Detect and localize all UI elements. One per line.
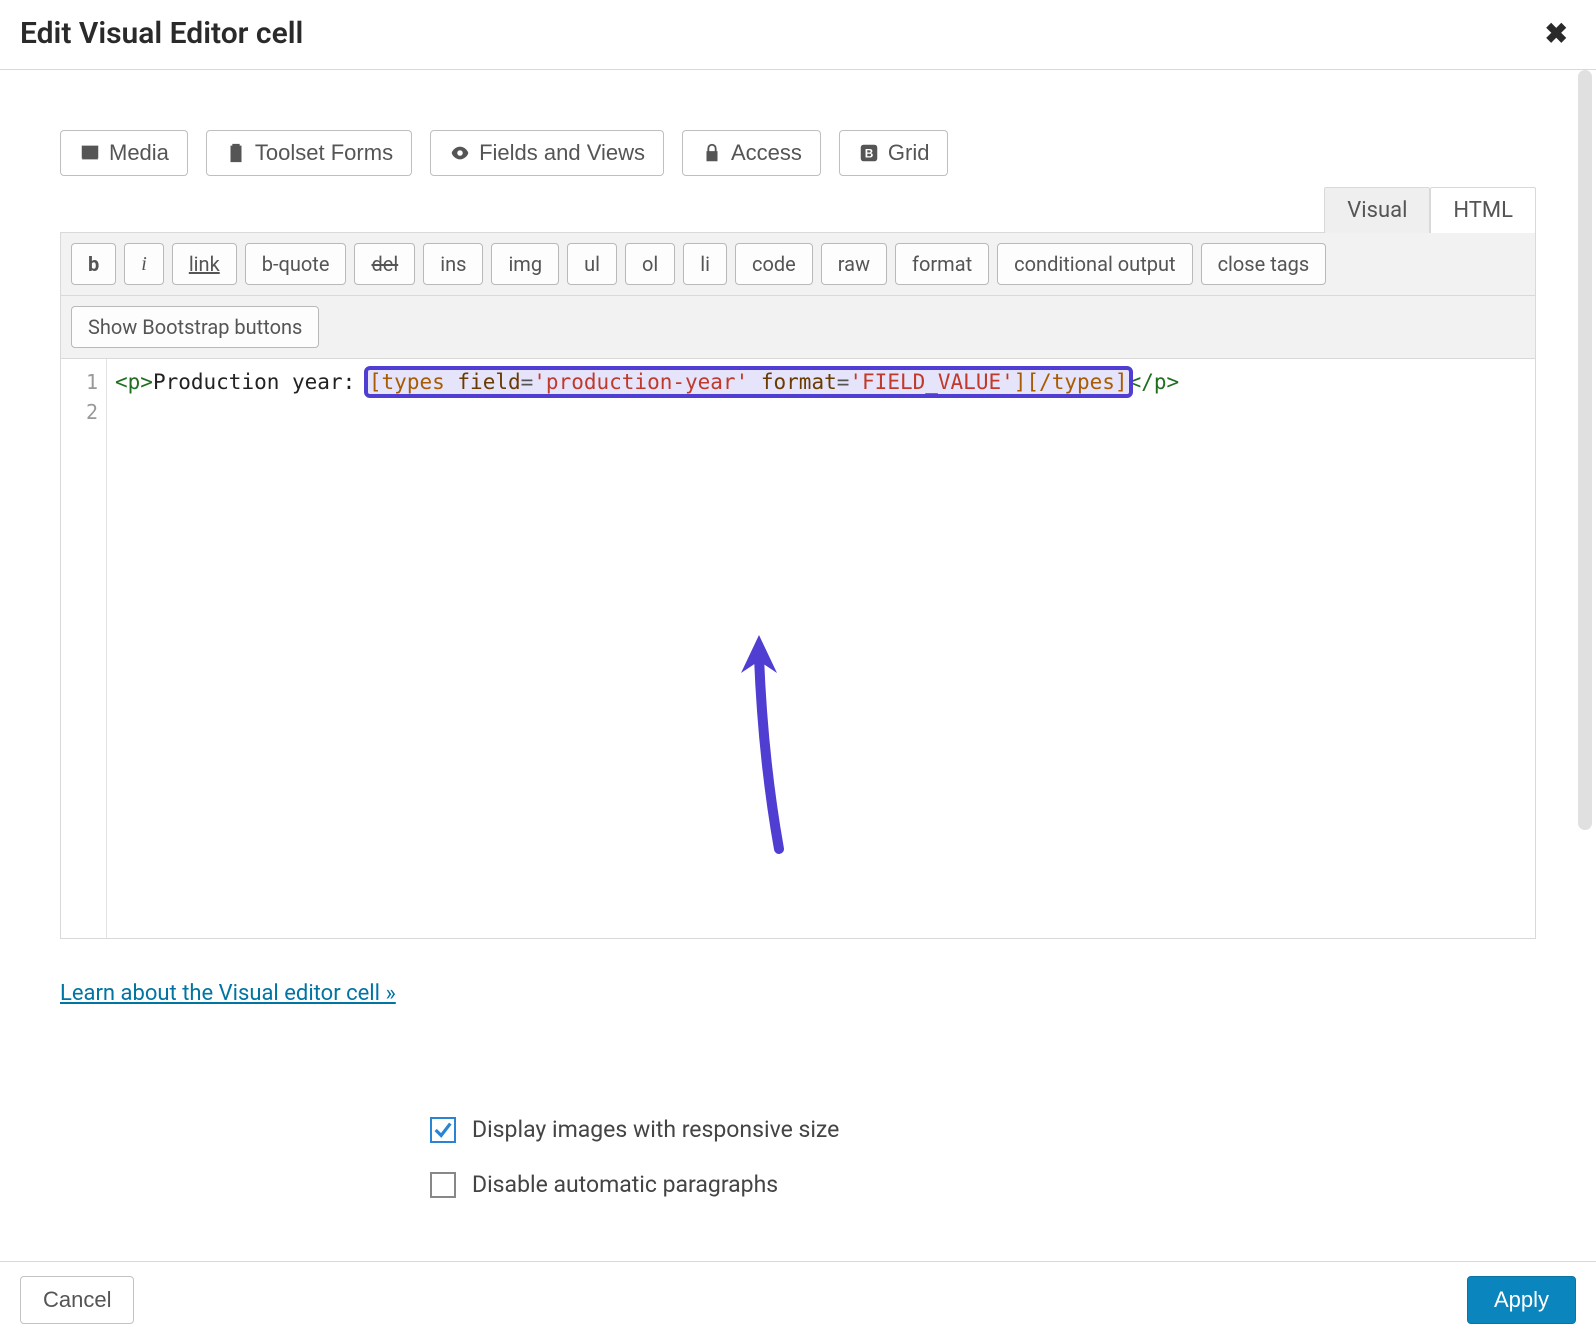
sc-bracket: ][/: [1014, 370, 1052, 394]
qt-conditional[interactable]: conditional output: [997, 243, 1192, 285]
sc-tag: types: [382, 370, 445, 394]
attr-val: 'production-year': [533, 370, 748, 394]
qt-img[interactable]: img: [491, 243, 559, 285]
bootstrap-icon: B: [858, 142, 880, 164]
access-label: Access: [731, 140, 802, 166]
grid-button[interactable]: B Grid: [839, 130, 949, 176]
option-label: Disable automatic paragraphs: [472, 1171, 778, 1198]
code-content[interactable]: <p>Production year: [types field='produc…: [107, 359, 1535, 938]
option-disable-autop[interactable]: Disable automatic paragraphs: [430, 1171, 1536, 1198]
attr-key: field: [457, 370, 520, 394]
attr-eq: =: [837, 370, 850, 394]
p-close-tag: </p>: [1129, 370, 1180, 394]
sc-bracket: ]: [1115, 370, 1128, 394]
option-label: Display images with responsive size: [472, 1116, 839, 1143]
shortcode-highlight: [types field='production-year' format='F…: [368, 370, 1129, 394]
access-button[interactable]: Access: [682, 130, 821, 176]
learn-more-link[interactable]: Learn about the Visual editor cell »: [60, 981, 396, 1006]
dialog-title: Edit Visual Editor cell: [20, 16, 303, 51]
qt-ul[interactable]: ul: [567, 243, 617, 285]
options: Display images with responsive size Disa…: [430, 1116, 1536, 1198]
grid-label: Grid: [888, 140, 930, 166]
eye-icon: [449, 142, 471, 164]
toolset-forms-button[interactable]: Toolset Forms: [206, 130, 412, 176]
qt-raw[interactable]: raw: [821, 243, 887, 285]
qt-italic[interactable]: i: [124, 243, 164, 285]
sc-tag: types: [1052, 370, 1115, 394]
media-button[interactable]: Media: [60, 130, 188, 176]
qt-link[interactable]: link: [172, 243, 237, 285]
image-icon: [79, 142, 101, 164]
p-open-tag: <p>: [115, 370, 153, 394]
line-gutter: 1 2: [61, 359, 107, 938]
checkbox-empty-icon[interactable]: [430, 1172, 456, 1198]
editor-tabs: Visual HTML: [60, 187, 1536, 233]
media-button-row: Media Toolset Forms Fields and Views Acc…: [60, 130, 1536, 176]
qt-code[interactable]: code: [735, 243, 813, 285]
plain-text: Production year:: [153, 370, 368, 394]
qt-close-tags[interactable]: close tags: [1201, 243, 1327, 285]
code-editor[interactable]: 1 2 <p>Production year: [types field='pr…: [60, 359, 1536, 939]
qt-bold[interactable]: b: [71, 243, 116, 285]
lock-icon: [701, 142, 723, 164]
line-number: 1: [61, 367, 98, 397]
qt-format[interactable]: format: [895, 243, 989, 285]
attr-eq: =: [521, 370, 534, 394]
line-number: 2: [61, 397, 98, 427]
attr-val: 'FIELD_VALUE': [849, 370, 1013, 394]
clipboard-icon: [225, 142, 247, 164]
fields-views-label: Fields and Views: [479, 140, 645, 166]
qt-bootstrap[interactable]: Show Bootstrap buttons: [71, 306, 319, 348]
fields-views-button[interactable]: Fields and Views: [430, 130, 664, 176]
tab-visual[interactable]: Visual: [1324, 187, 1430, 233]
attr-key: format: [761, 370, 837, 394]
checkbox-checked-icon[interactable]: [430, 1117, 456, 1143]
cancel-button[interactable]: Cancel: [20, 1276, 134, 1324]
close-icon[interactable]: ✖: [1545, 17, 1568, 50]
dialog-footer: Cancel Apply: [0, 1261, 1596, 1342]
qt-li[interactable]: li: [683, 243, 727, 285]
svg-text:B: B: [865, 147, 874, 161]
qt-bquote[interactable]: b-quote: [245, 243, 347, 285]
sc-bracket: [: [369, 370, 382, 394]
qt-ol[interactable]: ol: [625, 243, 675, 285]
tab-html[interactable]: HTML: [1430, 187, 1536, 233]
qt-del[interactable]: del: [354, 243, 415, 285]
media-button-label: Media: [109, 140, 169, 166]
quicktags-toolbar: b i link b-quote del ins img ul ol li co…: [60, 232, 1536, 296]
apply-button[interactable]: Apply: [1467, 1276, 1576, 1324]
toolset-forms-label: Toolset Forms: [255, 140, 393, 166]
qt-ins[interactable]: ins: [423, 243, 483, 285]
option-responsive-images[interactable]: Display images with responsive size: [430, 1116, 1536, 1143]
